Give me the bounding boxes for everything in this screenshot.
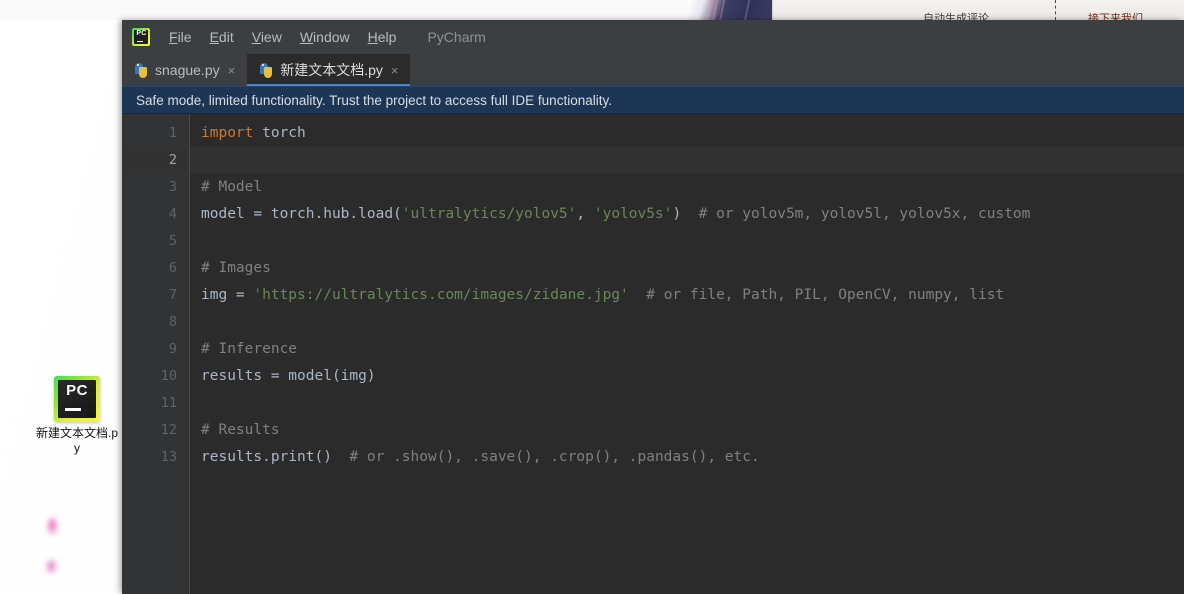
code-token-com: # Results	[201, 422, 280, 438]
tab-close-icon[interactable]: ×	[389, 64, 401, 77]
editor-tab-label: snague.py	[155, 62, 220, 78]
code-token-punct: )	[672, 206, 681, 222]
menu-item-view[interactable]: View	[243, 26, 291, 48]
safe-mode-banner[interactable]: Safe mode, limited functionality. Trust …	[122, 86, 1184, 114]
dashed-divider	[1055, 0, 1056, 20]
line-number[interactable]: 7	[122, 282, 189, 309]
line-number[interactable]: 9	[122, 336, 189, 363]
code-line[interactable]: # Results	[190, 417, 1184, 444]
code-editor[interactable]: 12345678910111213 import torch # Modelmo…	[122, 114, 1184, 594]
code-token-com: # Inference	[201, 341, 297, 357]
line-number[interactable]: 2	[122, 147, 189, 174]
desktop-top-strip	[0, 0, 688, 20]
desktop-icon-pycharm-file[interactable]: PC 新建文本文档.py	[36, 376, 118, 456]
code-token-plain: model = torch.hub.load(	[201, 206, 402, 222]
code-token-str: 'yolov5s'	[594, 206, 673, 222]
wallpaper-blob	[47, 560, 56, 573]
pycharm-logo-icon: PC	[132, 28, 150, 46]
code-line[interactable]: # Inference	[190, 336, 1184, 363]
app-name-label: PyCharm	[405, 26, 494, 48]
background-window-document[interactable]: 自动生成评论 接下来我们	[772, 0, 1184, 20]
pycharm-icon: PC	[54, 376, 100, 422]
code-area[interactable]: import torch # Model model = torch.hub.lo…	[190, 114, 1184, 594]
menu-bar: PC File Edit View Window Help PyCharm	[122, 20, 1184, 54]
code-token-plain: torch	[253, 125, 305, 141]
background-text-snippet-1: 自动生成评论	[923, 13, 989, 20]
code-token-com: # or file, Path, PIL, OpenCV, numpy, lis…	[629, 287, 1004, 303]
safe-mode-banner-text: Safe mode, limited functionality. Trust …	[136, 93, 612, 108]
tab-close-icon[interactable]: ×	[226, 64, 238, 77]
menu-item-help[interactable]: Help	[359, 26, 406, 48]
code-token-plain: results = model(img)	[201, 368, 376, 384]
photo-streak	[742, 0, 751, 20]
code-line[interactable]: results = model(img)	[190, 363, 1184, 390]
background-text-snippet-2: 接下来我们	[1088, 13, 1143, 20]
pycharm-logo-bar	[137, 41, 143, 43]
code-token-com: # Model	[201, 179, 262, 195]
code-token-plain: results.print()	[201, 449, 332, 465]
menu-item-file[interactable]: File	[160, 26, 201, 48]
menu-item-edit-rest: dit	[219, 29, 234, 45]
pycharm-logo-glyph: PC	[135, 29, 148, 39]
menu-item-help-rest: elp	[378, 29, 397, 45]
code-line[interactable]: img = 'https://ultralytics.com/images/zi…	[190, 282, 1184, 309]
code-line[interactable]	[190, 228, 1184, 255]
code-token-str: 'ultralytics/yolov5'	[402, 206, 577, 222]
photo-streak	[710, 0, 719, 20]
code-line[interactable]: # Model	[190, 174, 1184, 201]
python-file-icon	[134, 63, 149, 78]
menu-item-edit[interactable]: Edit	[201, 26, 243, 48]
python-file-icon	[259, 63, 274, 78]
code-token-plain: img =	[201, 287, 253, 303]
code-token-com: # Images	[201, 260, 271, 276]
desktop-icon-label: 新建文本文档.py	[36, 426, 118, 456]
code-token-com: # or yolov5m, yolov5l, yolov5x, custom	[681, 206, 1030, 222]
line-number[interactable]: 1	[122, 120, 189, 147]
code-line[interactable]: import torch	[190, 120, 1184, 147]
pycharm-window: PC File Edit View Window Help PyCharm sn…	[122, 20, 1184, 594]
code-line[interactable]: results.print() # or .show(), .save(), .…	[190, 444, 1184, 471]
code-token-punct: ,	[576, 206, 593, 222]
code-line[interactable]: model = torch.hub.load('ultralytics/yolo…	[190, 201, 1184, 228]
line-number[interactable]: 3	[122, 174, 189, 201]
menu-item-window[interactable]: Window	[291, 26, 359, 48]
line-number-gutter: 12345678910111213	[122, 114, 190, 594]
editor-tab[interactable]: snague.py ×	[122, 54, 247, 86]
line-number[interactable]: 12	[122, 417, 189, 444]
menu-item-window-rest: indow	[313, 29, 350, 45]
code-line[interactable]	[190, 390, 1184, 417]
menu-item-file-rest: ile	[178, 29, 192, 45]
line-number[interactable]: 8	[122, 309, 189, 336]
menu-item-view-rest: iew	[261, 29, 282, 45]
editor-tab-label: 新建文本文档.py	[280, 60, 383, 80]
code-token-str: 'https://ultralytics.com/images/zidane.j…	[253, 287, 628, 303]
background-window-photo[interactable]	[688, 0, 772, 20]
pycharm-icon-glyph: PC	[66, 380, 88, 402]
line-number[interactable]: 11	[122, 390, 189, 417]
line-number[interactable]: 10	[122, 363, 189, 390]
line-number[interactable]: 5	[122, 228, 189, 255]
code-line[interactable]	[190, 309, 1184, 336]
code-token-com: # or .show(), .save(), .crop(), .pandas(…	[332, 449, 760, 465]
code-token-kw: import	[201, 125, 253, 141]
editor-tab-bar: snague.py × 新建文本文档.py ×	[122, 54, 1184, 86]
line-number[interactable]: 4	[122, 201, 189, 228]
pycharm-icon-bar	[65, 408, 81, 411]
line-number[interactable]: 13	[122, 444, 189, 471]
line-number[interactable]: 6	[122, 255, 189, 282]
code-line[interactable]: # Images	[190, 255, 1184, 282]
editor-tab[interactable]: 新建文本文档.py ×	[247, 54, 410, 86]
wallpaper-blob	[48, 518, 57, 534]
code-line[interactable]	[190, 147, 1184, 174]
photo-streak	[717, 0, 726, 20]
